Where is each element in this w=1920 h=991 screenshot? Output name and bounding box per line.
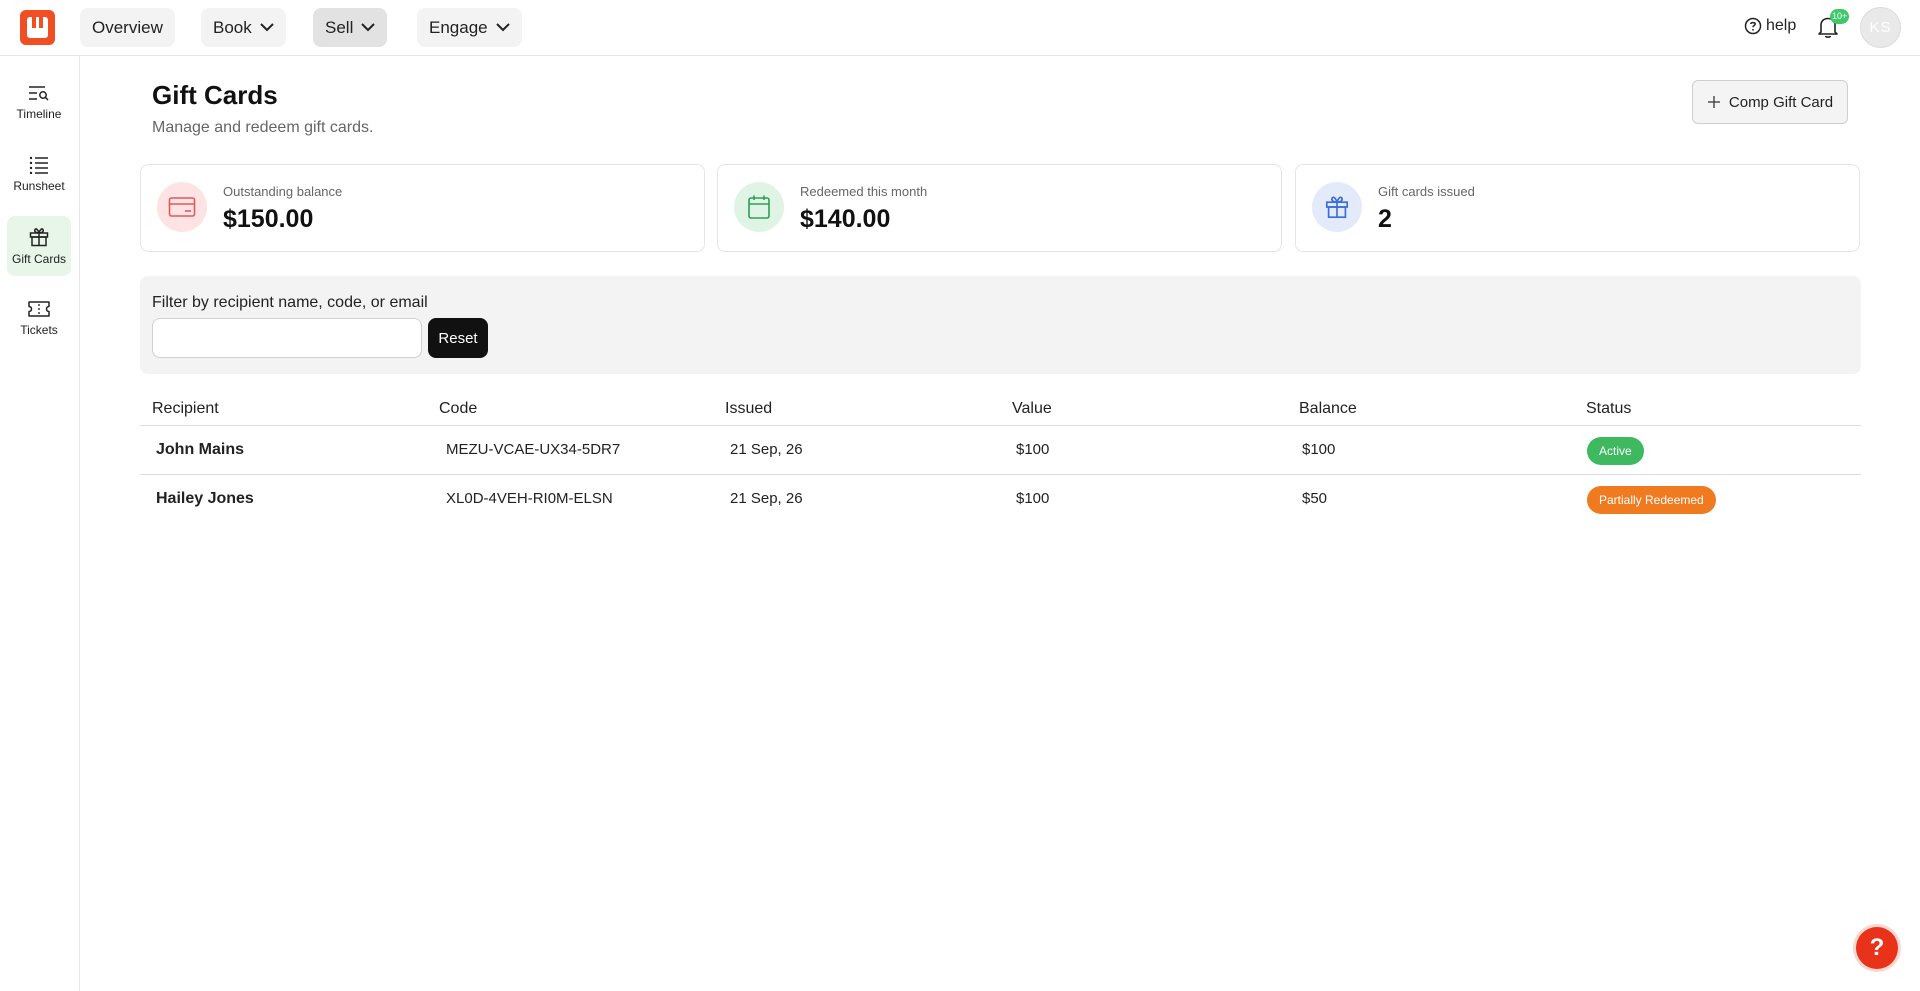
sidebar-item-label: Timeline — [16, 106, 62, 121]
stat-value: $140.00 — [800, 205, 891, 233]
list-icon — [29, 156, 48, 174]
sidebar-item-timeline[interactable]: Timeline — [7, 72, 71, 132]
stat-card-outstanding-balance: Outstanding balance $150.00 — [140, 164, 705, 252]
notification-count-badge: 10+ — [1830, 9, 1850, 24]
logo-icon — [27, 17, 48, 38]
nav-sell-dropdown[interactable]: Sell — [313, 8, 388, 47]
ticket-icon — [28, 300, 50, 317]
question-mark-icon: ? — [1869, 934, 1885, 961]
nav-engage-dropdown[interactable]: Engage — [417, 8, 522, 47]
calendar-icon — [748, 195, 770, 219]
app-logo[interactable] — [20, 10, 55, 45]
sidebar-item-gift-cards[interactable]: Gift Cards — [7, 216, 71, 276]
column-header-issued[interactable]: Issued — [725, 400, 772, 418]
status-badge: Active — [1587, 437, 1644, 465]
stat-value: 2 — [1378, 205, 1392, 233]
gift-cards-table: Recipient Code Issued Value Balance Stat… — [140, 396, 1861, 524]
cell-value: $100 — [1016, 441, 1050, 458]
column-header-value[interactable]: Value — [1012, 400, 1052, 418]
help-circle-icon — [1744, 17, 1762, 35]
sidebar-item-tickets[interactable]: Tickets — [7, 288, 71, 348]
credit-card-icon — [168, 197, 196, 217]
stat-card-redeemed-this-month: Redeemed this month $140.00 — [717, 164, 1282, 252]
help-link[interactable]: help — [1744, 17, 1796, 35]
plus-icon — [1707, 96, 1720, 108]
stat-label: Gift cards issued — [1378, 184, 1475, 199]
cell-recipient: Hailey Jones — [156, 490, 254, 507]
gift-icon — [1325, 196, 1349, 219]
stat-icon-wrap — [157, 182, 207, 232]
status-badge: Partially Redeemed — [1587, 486, 1716, 514]
filter-label: Filter by recipient name, code, or email — [152, 294, 428, 311]
cell-balance: $100 — [1302, 441, 1336, 458]
avatar[interactable]: KS — [1860, 7, 1901, 48]
sidebar-item-label: Tickets — [20, 322, 58, 337]
nav-book-dropdown[interactable]: Book — [201, 8, 286, 47]
cell-code: XL0D-4VEH-RI0M-ELSN — [446, 490, 613, 507]
cell-code: MEZU-VCAE-UX34-5DR7 — [446, 441, 621, 458]
timeline-search-icon — [29, 85, 49, 101]
stat-icon-wrap — [1312, 182, 1362, 232]
filter-search-input[interactable] — [152, 318, 422, 358]
table-header: Recipient Code Issued Value Balance Stat… — [140, 396, 1861, 426]
cell-value: $100 — [1016, 490, 1050, 507]
top-navigation-bar: Overview Book Sell Engage help 10+ KS — [0, 0, 1920, 56]
stat-label: Redeemed this month — [800, 184, 928, 199]
sidebar-item-label: Gift Cards — [11, 251, 66, 266]
cell-issued: 21 Sep, 26 — [730, 441, 803, 458]
sidebar: Timeline Runsheet Gift Cards Tickets — [0, 56, 80, 991]
sidebar-item-runsheet[interactable]: Runsheet — [7, 144, 71, 204]
column-header-balance[interactable]: Balance — [1299, 400, 1357, 418]
reset-button[interactable]: Reset — [428, 318, 488, 358]
stat-card-gift-cards-issued: Gift cards issued 2 — [1295, 164, 1860, 252]
table-row[interactable]: John Mains MEZU-VCAE-UX34-5DR7 21 Sep, 2… — [140, 426, 1861, 475]
column-header-recipient[interactable]: Recipient — [152, 400, 219, 418]
nav-book-label: Book — [213, 17, 252, 37]
cell-recipient: John Mains — [156, 441, 245, 458]
chevron-down-icon — [361, 23, 376, 32]
comp-gift-card-button[interactable]: Comp Gift Card — [1692, 80, 1848, 124]
page-subtitle: Manage and redeem gift cards. — [152, 119, 374, 136]
nav-engage-label: Engage — [429, 17, 488, 37]
help-floating-button[interactable]: ? — [1856, 927, 1898, 969]
table-row[interactable]: Hailey Jones XL0D-4VEH-RI0M-ELSN 21 Sep,… — [140, 475, 1861, 524]
chevron-down-icon — [495, 23, 510, 32]
chevron-down-icon — [260, 23, 274, 32]
stat-value: $150.00 — [223, 205, 314, 233]
column-header-status[interactable]: Status — [1586, 400, 1631, 418]
page-title: Gift Cards — [152, 80, 278, 110]
sidebar-item-label: Runsheet — [13, 178, 65, 193]
stat-icon-wrap — [734, 182, 784, 232]
cell-balance: $50 — [1302, 490, 1328, 507]
nav-overview[interactable]: Overview — [80, 8, 175, 47]
gift-icon — [29, 227, 49, 246]
filter-panel: Filter by recipient name, code, or email… — [140, 276, 1861, 374]
column-header-code[interactable]: Code — [439, 400, 477, 418]
nav-sell-label: Sell — [325, 17, 354, 37]
stat-label: Outstanding balance — [223, 184, 343, 199]
comp-gift-card-label: Comp Gift Card — [1728, 93, 1834, 111]
cell-issued: 21 Sep, 26 — [730, 490, 803, 507]
nav-overview-label: Overview — [92, 17, 163, 37]
help-label: help — [1766, 17, 1797, 34]
